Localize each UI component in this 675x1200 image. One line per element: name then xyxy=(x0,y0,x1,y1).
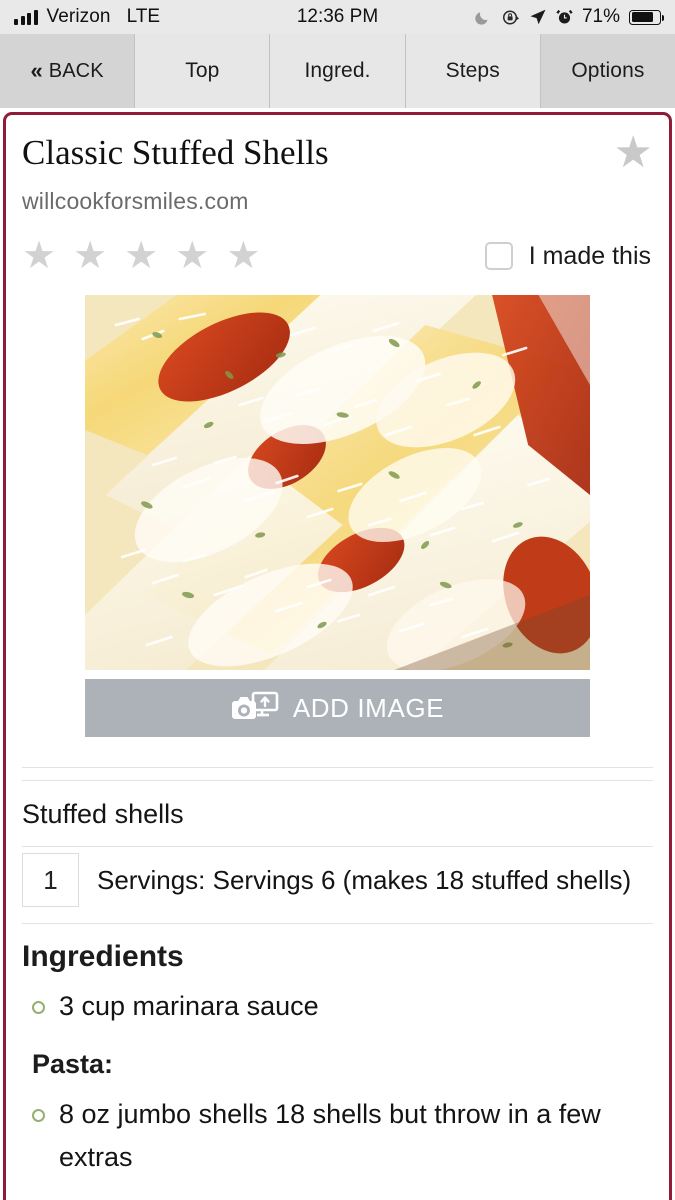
status-bar-left: Verizon LTE xyxy=(14,6,160,28)
recipe-photo[interactable] xyxy=(85,295,590,670)
battery-icon xyxy=(629,9,665,25)
location-arrow-icon xyxy=(530,9,546,25)
servings-row: 1 Servings: Servings 6 (makes 18 stuffed… xyxy=(6,853,669,907)
servings-multiplier-input[interactable]: 1 xyxy=(22,853,79,907)
rating-stars[interactable]: ★ ★ ★ ★ ★ xyxy=(22,237,260,275)
list-item[interactable]: 8 oz jumbo shells 18 shells but throw in… xyxy=(22,1086,653,1186)
tab-ingredients-label: Ingred. xyxy=(304,59,371,82)
ingredient-text: 8 oz jumbo shells 18 shells but throw in… xyxy=(59,1099,601,1173)
recipe-header: Classic Stuffed Shells ★ willcookforsmil… xyxy=(6,115,669,276)
list-item[interactable]: salt xyxy=(22,1187,653,1200)
favorite-star-icon[interactable]: ★ xyxy=(614,115,653,175)
tab-steps-label: Steps xyxy=(445,59,500,82)
rating-star-4[interactable]: ★ xyxy=(175,237,209,275)
tab-options-label: Options xyxy=(571,59,645,82)
recipe-photo-wrap xyxy=(6,295,669,670)
rotation-lock-icon xyxy=(502,9,519,25)
add-image-label: ADD IMAGE xyxy=(292,692,445,723)
status-bar: Verizon LTE 12:36 PM 71% xyxy=(0,0,675,34)
ingredients-list: 3 cup marinara sauce Pasta: 8 oz jumbo s… xyxy=(6,978,669,1200)
tab-steps[interactable]: Steps xyxy=(405,34,541,108)
rating-star-2[interactable]: ★ xyxy=(73,237,107,275)
back-button-label: BACK xyxy=(48,59,104,82)
stuffed-shells-photo-illustration xyxy=(85,295,590,670)
ingredient-text: salt xyxy=(59,1194,101,1200)
add-image-button[interactable]: ADD IMAGE xyxy=(85,679,590,737)
ingredient-text: 3 cup marinara sauce xyxy=(59,991,319,1021)
nav-toolbar: « BACK Top Ingred. Steps Options xyxy=(0,34,675,108)
rating-row: ★ ★ ★ ★ ★ I made this xyxy=(22,237,653,275)
tab-ingredients[interactable]: Ingred. xyxy=(270,34,406,108)
tab-options[interactable]: Options xyxy=(540,34,675,108)
rating-star-3[interactable]: ★ xyxy=(124,237,158,275)
servings-label: Servings: Servings 6 (makes 18 stuffed s… xyxy=(97,864,632,895)
network-type-label: LTE xyxy=(126,6,161,27)
page-title: Classic Stuffed Shells xyxy=(22,133,329,172)
i-made-this-label: I made this xyxy=(528,241,651,270)
divider-3 xyxy=(22,846,653,847)
i-made-this-checkbox[interactable] xyxy=(484,242,513,270)
rating-star-1[interactable]: ★ xyxy=(22,237,56,275)
alarm-clock-icon xyxy=(556,9,573,24)
recipe-section-name: Stuffed shells xyxy=(22,799,184,829)
ingredients-heading: Ingredients xyxy=(22,940,184,973)
back-button[interactable]: « BACK xyxy=(0,34,136,108)
i-made-this-control[interactable]: I made this xyxy=(484,241,651,271)
moon-dnd-icon xyxy=(475,12,488,25)
chevron-left-icon: « xyxy=(30,58,43,83)
signal-bars-icon xyxy=(14,9,38,25)
ingredient-subheading: Pasta: xyxy=(32,1049,114,1080)
bullet-circle-icon xyxy=(32,1001,45,1014)
list-item[interactable]: 3 cup marinara sauce xyxy=(22,978,653,1035)
rating-star-5[interactable]: ★ xyxy=(226,237,260,275)
carrier-label: Verizon xyxy=(46,6,111,27)
recipe-source-link[interactable]: willcookforsmiles.com xyxy=(22,188,653,215)
bullet-circle-icon xyxy=(32,1109,45,1123)
title-row: Classic Stuffed Shells ★ xyxy=(22,115,653,175)
tab-top[interactable]: Top xyxy=(135,34,271,108)
status-bar-right: 71% xyxy=(474,6,665,28)
battery-percent-label: 71% xyxy=(581,6,620,27)
camera-upload-icon xyxy=(231,691,279,719)
divider-1 xyxy=(22,767,653,768)
recipe-card: Classic Stuffed Shells ★ willcookforsmil… xyxy=(3,112,672,1200)
tab-top-label: Top xyxy=(185,59,220,82)
